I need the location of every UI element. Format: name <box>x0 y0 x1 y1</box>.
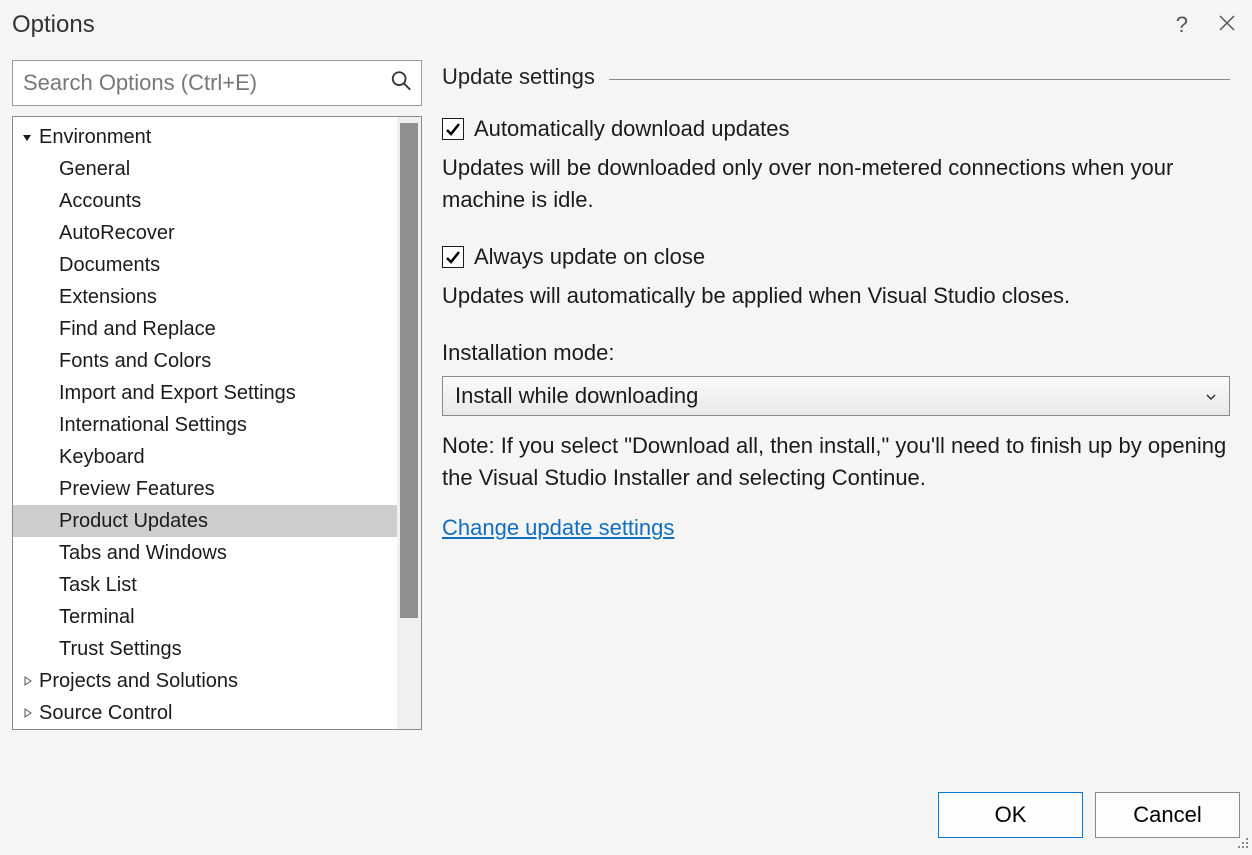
search-input[interactable] <box>12 60 422 106</box>
tree-item-autorecover[interactable]: AutoRecover <box>13 217 421 249</box>
section-divider <box>609 79 1230 80</box>
tree-item-label: Preview Features <box>59 473 215 505</box>
tree-item-label: Extensions <box>59 281 157 313</box>
tree-item-accounts[interactable]: Accounts <box>13 185 421 217</box>
tree-item-general[interactable]: General <box>13 153 421 185</box>
close-icon[interactable] <box>1218 11 1236 39</box>
tree-item-find-and-replace[interactable]: Find and Replace <box>13 313 421 345</box>
tree-item-label: Tabs and Windows <box>59 537 227 569</box>
tree-item-label: Product Updates <box>59 505 208 537</box>
install-mode-note: Note: If you select "Download all, then … <box>442 430 1230 494</box>
help-icon[interactable]: ? <box>1176 12 1188 38</box>
tree-node-label: Environment <box>39 121 151 153</box>
chevron-down-icon <box>1205 383 1217 409</box>
tree-item-label: Accounts <box>59 185 141 217</box>
tree-item-keyboard[interactable]: Keyboard <box>13 441 421 473</box>
update-on-close-desc: Updates will automatically be applied wh… <box>442 280 1230 312</box>
tree-item-label: Fonts and Colors <box>59 345 211 377</box>
tree-item-fonts-and-colors[interactable]: Fonts and Colors <box>13 345 421 377</box>
install-mode-value: Install while downloading <box>455 383 698 409</box>
tree-item-label: General <box>59 153 130 185</box>
tree-scroll-thumb[interactable] <box>400 123 418 618</box>
tree-item-documents[interactable]: Documents <box>13 249 421 281</box>
tree-item-extensions[interactable]: Extensions <box>13 281 421 313</box>
tree-item-label: Terminal <box>59 601 135 633</box>
tree-item-label: Import and Export Settings <box>59 377 296 409</box>
tree-item-label: Task List <box>59 569 137 601</box>
tree-scrollbar[interactable] <box>397 117 421 729</box>
tree-item-preview-features[interactable]: Preview Features <box>13 473 421 505</box>
arrow-collapsed-icon[interactable] <box>19 676 35 686</box>
tree-item-label: Find and Replace <box>59 313 216 345</box>
install-mode-select[interactable]: Install while downloading <box>442 376 1230 416</box>
tree-node-environment[interactable]: Environment <box>13 121 421 153</box>
tree-item-terminal[interactable]: Terminal <box>13 601 421 633</box>
tree-item-import-and-export-settings[interactable]: Import and Export Settings <box>13 377 421 409</box>
titlebar: Options ? <box>0 0 1252 50</box>
tree-item-product-updates[interactable]: Product Updates <box>13 505 421 537</box>
install-mode-label: Installation mode: <box>442 340 1230 366</box>
section-title: Update settings <box>442 64 595 90</box>
options-tree: EnvironmentGeneralAccountsAutoRecoverDoc… <box>12 116 422 730</box>
auto-download-checkbox[interactable] <box>442 118 464 140</box>
arrow-collapsed-icon[interactable] <box>19 708 35 718</box>
arrow-expanded-icon[interactable] <box>19 132 35 142</box>
cancel-button[interactable]: Cancel <box>1095 792 1240 838</box>
update-on-close-label: Always update on close <box>474 244 705 270</box>
tree-item-trust-settings[interactable]: Trust Settings <box>13 633 421 665</box>
tree-item-tabs-and-windows[interactable]: Tabs and Windows <box>13 537 421 569</box>
search-field-wrap <box>12 60 422 106</box>
change-update-settings-link[interactable]: Change update settings <box>442 515 674 541</box>
resize-grip-icon[interactable] <box>1234 834 1250 850</box>
tree-item-label: Trust Settings <box>59 633 182 665</box>
window-title: Options <box>12 11 95 39</box>
tree-node-projects-and-solutions[interactable]: Projects and Solutions <box>13 665 421 697</box>
tree-node-source-control[interactable]: Source Control <box>13 697 421 729</box>
tree-item-label: Documents <box>59 249 160 281</box>
tree-item-task-list[interactable]: Task List <box>13 569 421 601</box>
auto-download-label: Automatically download updates <box>474 116 790 142</box>
tree-item-label: AutoRecover <box>59 217 175 249</box>
settings-panel: Update settings Automatically download u… <box>442 60 1240 730</box>
tree-item-international-settings[interactable]: International Settings <box>13 409 421 441</box>
tree-node-label: Projects and Solutions <box>39 665 238 697</box>
update-on-close-checkbox[interactable] <box>442 246 464 268</box>
auto-download-desc: Updates will be downloaded only over non… <box>442 152 1230 216</box>
tree-item-label: Keyboard <box>59 441 145 473</box>
tree-node-label: Source Control <box>39 697 172 729</box>
tree-item-label: International Settings <box>59 409 247 441</box>
ok-button[interactable]: OK <box>938 792 1083 838</box>
